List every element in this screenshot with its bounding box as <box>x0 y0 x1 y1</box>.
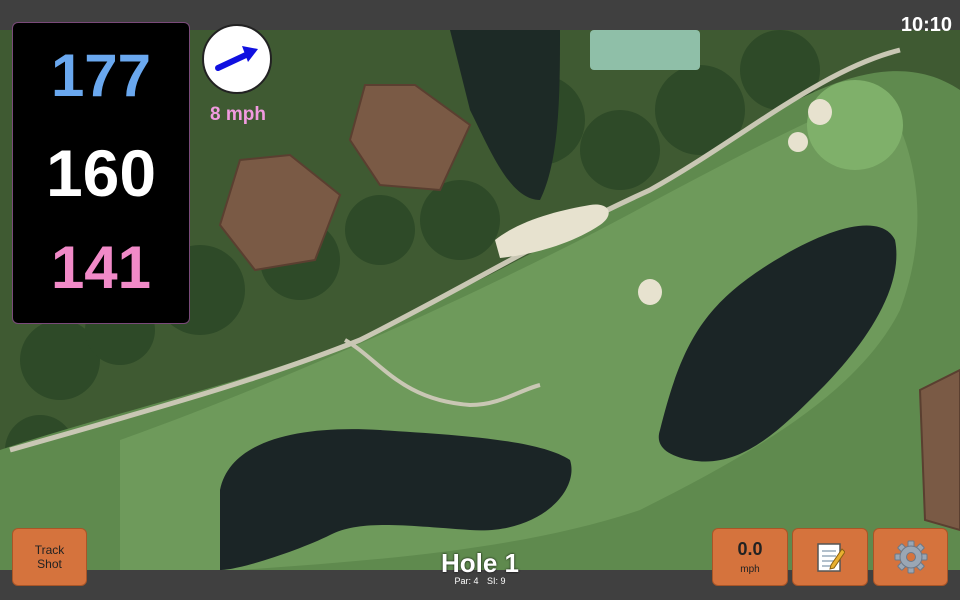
track-shot-label-line2: Shot <box>37 557 62 571</box>
wind-direction-indicator <box>202 24 272 94</box>
back-distance: 177 <box>50 42 152 109</box>
par-label: Par: 4 <box>454 576 479 586</box>
hole-title: Hole 1 <box>440 548 520 578</box>
track-shot-button[interactable]: Track Shot <box>12 528 87 586</box>
gear-icon <box>894 540 927 574</box>
wind-value: 0.0 <box>737 539 763 559</box>
wind-unit: mph <box>740 564 760 575</box>
notes-button[interactable] <box>792 528 868 586</box>
arrow-right-icon <box>215 46 258 71</box>
track-shot-label-line1: Track <box>34 543 65 557</box>
front-distance: 141 <box>50 234 152 301</box>
stroke-index-label: SI: 9 <box>487 576 506 586</box>
hole-info: Par: 4 SI: 9 <box>380 576 580 586</box>
clock: 10:10 <box>900 14 952 36</box>
center-distance: 160 <box>45 136 157 210</box>
settings-button[interactable] <box>873 528 948 586</box>
notepad-icon <box>817 543 845 572</box>
wind-button[interactable]: 0.0 mph <box>712 528 788 586</box>
distance-panel[interactable]: 177 160 141 <box>12 22 190 324</box>
wind-speed-label: 8 mph <box>210 104 266 125</box>
